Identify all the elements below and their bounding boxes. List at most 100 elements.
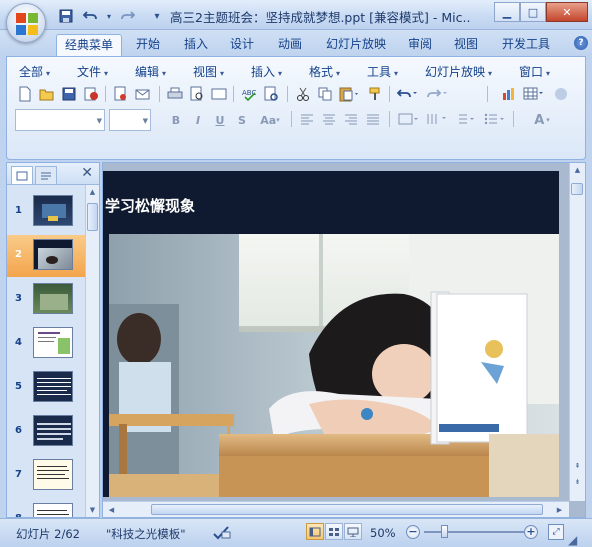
zoom-level[interactable]: 50% bbox=[370, 526, 396, 540]
hyperlink-icon[interactable] bbox=[551, 84, 571, 104]
slide-thumbnail[interactable]: 4 bbox=[7, 323, 85, 365]
copy-icon[interactable] bbox=[315, 84, 335, 104]
close-button[interactable]: ✕ bbox=[546, 2, 588, 22]
spelling-icon[interactable]: ABC bbox=[239, 84, 259, 104]
zoom-slider-knob[interactable] bbox=[441, 525, 448, 538]
slide-view-icon[interactable] bbox=[209, 84, 229, 104]
paste-icon[interactable] bbox=[337, 84, 363, 104]
slide-sorter-view-icon[interactable] bbox=[325, 523, 343, 540]
slide-title[interactable]: 学习松懈现象 bbox=[105, 195, 195, 216]
next-slide-icon[interactable]: ⇟ bbox=[570, 475, 585, 489]
menu-file[interactable]: 文件 ▾ bbox=[77, 63, 108, 80]
tab-classic-menu[interactable]: 经典菜单 bbox=[56, 34, 123, 56]
tab-animation[interactable]: 动画 bbox=[270, 34, 310, 56]
fit-to-window-icon[interactable]: ⤢ bbox=[548, 524, 564, 540]
font-size-combo[interactable]: ▼ bbox=[109, 109, 151, 131]
scroll-left-icon[interactable]: ◀ bbox=[105, 503, 118, 517]
open-folder-icon[interactable] bbox=[37, 84, 57, 104]
tab-view[interactable]: 视图 bbox=[446, 34, 486, 56]
previous-slide-icon[interactable]: ⇞ bbox=[570, 459, 585, 473]
italic-button[interactable]: I bbox=[189, 110, 207, 130]
spell-check-icon[interactable] bbox=[212, 524, 232, 543]
columns-icon[interactable] bbox=[397, 109, 421, 129]
undo-icon[interactable] bbox=[80, 7, 100, 25]
customize-qat-icon[interactable]: ▾ bbox=[150, 7, 164, 25]
office-button[interactable] bbox=[6, 3, 46, 43]
menu-view[interactable]: 视图 ▾ bbox=[193, 63, 224, 80]
pdf-icon[interactable] bbox=[111, 84, 131, 104]
scroll-down-icon[interactable]: ▼ bbox=[86, 503, 99, 517]
tab-slideshow[interactable]: 幻灯片放映 bbox=[318, 34, 394, 56]
theme-name[interactable]: "科技之光模板" bbox=[106, 526, 186, 542]
permission-icon[interactable] bbox=[81, 84, 101, 104]
shadow-button[interactable]: S bbox=[233, 110, 251, 130]
align-right-icon[interactable] bbox=[341, 109, 361, 129]
close-pane-icon[interactable]: ✕ bbox=[81, 165, 93, 181]
menu-window[interactable]: 窗口 ▾ bbox=[519, 63, 550, 80]
print-icon[interactable] bbox=[165, 84, 185, 104]
pane-scrollbar[interactable]: ▲ ▼ bbox=[85, 185, 99, 517]
help-icon[interactable]: ? bbox=[574, 36, 588, 50]
slide-thumbnail[interactable]: 6 bbox=[7, 411, 85, 453]
redo-icon[interactable] bbox=[118, 7, 138, 25]
font-name-combo[interactable]: ▼ bbox=[15, 109, 105, 131]
menu-insert[interactable]: 插入 ▾ bbox=[251, 63, 282, 80]
menu-all[interactable]: 全部 ▾ bbox=[19, 63, 50, 80]
slide-photo[interactable] bbox=[109, 234, 559, 497]
tab-review[interactable]: 审阅 bbox=[400, 34, 440, 56]
slide-thumbnail-selected[interactable]: 2 bbox=[7, 235, 85, 277]
scroll-up-icon[interactable]: ▲ bbox=[86, 185, 99, 199]
scroll-up-icon[interactable]: ▲ bbox=[570, 163, 585, 177]
slideshow-view-icon[interactable] bbox=[344, 523, 362, 540]
tab-home[interactable]: 开始 bbox=[128, 34, 168, 56]
scrollbar-thumb[interactable] bbox=[87, 203, 98, 231]
align-left-icon[interactable] bbox=[297, 109, 317, 129]
minimize-button[interactable]: ▁ bbox=[494, 2, 520, 22]
table-icon[interactable] bbox=[521, 84, 547, 104]
undo-dropdown-icon[interactable]: ▾ bbox=[104, 7, 114, 25]
research-icon[interactable] bbox=[261, 84, 281, 104]
undo-icon[interactable] bbox=[395, 84, 421, 104]
save-icon[interactable] bbox=[56, 7, 76, 25]
tab-design[interactable]: 设计 bbox=[222, 34, 262, 56]
tab-insert[interactable]: 插入 bbox=[176, 34, 216, 56]
tab-outline[interactable] bbox=[35, 166, 57, 184]
slide-thumbnail[interactable]: 3 bbox=[7, 279, 85, 321]
zoom-out-button[interactable]: − bbox=[406, 525, 420, 539]
zoom-in-button[interactable]: + bbox=[524, 525, 538, 539]
normal-view-icon[interactable] bbox=[306, 523, 324, 540]
slide-thumbnail[interactable]: 1 bbox=[7, 191, 85, 233]
chart-icon[interactable] bbox=[499, 84, 519, 104]
slide-thumbnail[interactable]: 5 bbox=[7, 367, 85, 409]
bold-button[interactable]: B bbox=[167, 110, 185, 130]
maximize-button[interactable]: □ bbox=[520, 2, 546, 22]
bullets-icon[interactable] bbox=[483, 109, 507, 129]
menu-edit[interactable]: 编辑 ▾ bbox=[135, 63, 166, 80]
font-color-button[interactable]: A ▾ bbox=[527, 110, 557, 130]
change-case-button[interactable]: Aa ▾ bbox=[255, 110, 285, 130]
text-direction-icon[interactable] bbox=[425, 109, 449, 129]
tab-slides[interactable] bbox=[11, 166, 33, 184]
numbering-icon[interactable] bbox=[453, 109, 477, 129]
current-slide[interactable]: 学习松懈现象 bbox=[103, 171, 559, 497]
new-file-icon[interactable] bbox=[15, 84, 35, 104]
underline-button[interactable]: U bbox=[211, 110, 229, 130]
scroll-right-icon[interactable]: ▶ bbox=[553, 503, 566, 517]
cut-icon[interactable] bbox=[293, 84, 313, 104]
scrollbar-thumb[interactable] bbox=[151, 504, 543, 515]
align-center-icon[interactable] bbox=[319, 109, 339, 129]
justify-icon[interactable] bbox=[363, 109, 383, 129]
email-icon[interactable] bbox=[133, 84, 153, 104]
menu-format[interactable]: 格式 ▾ bbox=[309, 63, 340, 80]
slide-horizontal-scrollbar[interactable]: ◀ ▶ bbox=[103, 501, 569, 517]
slide-vertical-scrollbar[interactable]: ▲ ⇞ ⇟ bbox=[569, 163, 585, 501]
menu-tools[interactable]: 工具 ▾ bbox=[367, 63, 398, 80]
scrollbar-thumb[interactable] bbox=[571, 183, 583, 195]
menu-slideshow[interactable]: 幻灯片放映 ▾ bbox=[425, 63, 492, 80]
slide-thumbnail[interactable]: 8 bbox=[7, 499, 85, 517]
redo-icon[interactable] bbox=[425, 84, 451, 104]
tab-developer[interactable]: 开发工具 bbox=[494, 34, 558, 56]
slide-thumbnail[interactable]: 7 bbox=[7, 455, 85, 497]
format-painter-icon[interactable] bbox=[365, 84, 385, 104]
save-icon[interactable] bbox=[59, 84, 79, 104]
